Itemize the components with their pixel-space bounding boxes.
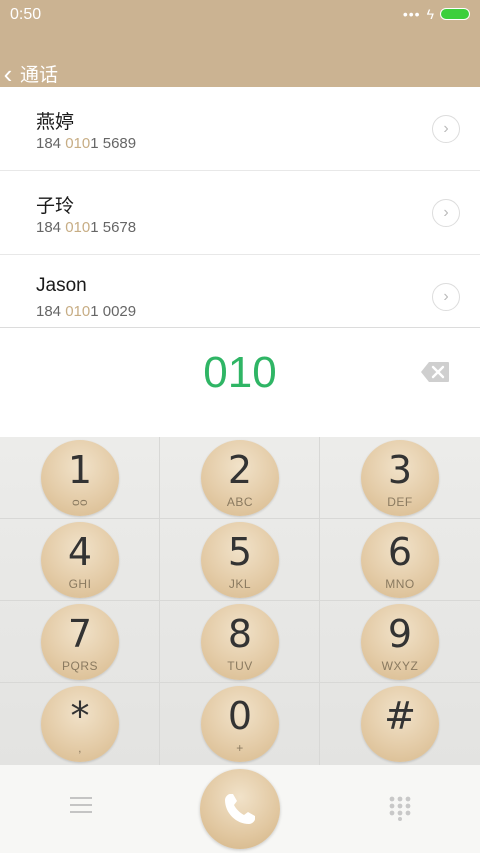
dial-keypad: 1 ᴑᴑ 2 ABC 3 DEF 4 GHI 5 JKL 6 MNO 7 PQRS 8 TUV … [0, 437, 480, 765]
status-time: 0:50 [10, 6, 42, 23]
back-chevron-icon: ‹ [3, 58, 13, 89]
bottom-bar [0, 765, 480, 853]
contact-row[interactable]: Jason 184 0101 0029 › [0, 255, 480, 327]
contact-results-list: 燕婷 184 0101 5689 › 子玲 184 0101 5678 › Ja… [0, 87, 480, 327]
dial-display: 010 [0, 327, 480, 437]
key-2[interactable]: 2 ABC [160, 437, 320, 519]
charging-icon: ϟ [426, 6, 434, 22]
key-hash[interactable]: # [320, 683, 480, 765]
contact-detail-chevron-icon[interactable]: › [432, 283, 460, 311]
backspace-icon[interactable] [420, 361, 450, 383]
voicemail-icon: ᴑᴑ [72, 495, 88, 509]
call-button[interactable] [200, 769, 280, 849]
keypad-toggle-icon[interactable] [388, 795, 412, 821]
contact-detail-chevron-icon[interactable]: › [432, 199, 460, 227]
key-8[interactable]: 8 TUV [160, 601, 320, 683]
key-star[interactable]: *, [0, 683, 160, 765]
contact-row[interactable]: 燕婷 184 0101 5689 › [0, 87, 480, 171]
contact-name: Jason [36, 275, 87, 296]
back-label: 通话 [20, 65, 59, 86]
contact-number: 184 0101 0029 [36, 303, 137, 320]
key-0[interactable]: 0 + [160, 683, 320, 765]
contact-row[interactable]: 子玲 184 0101 5678 › [0, 171, 480, 255]
contact-number: 184 0101 5678 [36, 219, 137, 236]
key-7[interactable]: 7 PQRS [0, 601, 160, 683]
key-1[interactable]: 1 ᴑᴑ [0, 437, 160, 519]
back-button[interactable]: ‹ 通话 [0, 60, 58, 87]
key-9[interactable]: 9 WXYZ [320, 601, 480, 683]
status-icons: ••• ϟ [403, 6, 470, 22]
key-5[interactable]: 5 JKL [160, 519, 320, 601]
signal-dots-icon: ••• [402, 6, 421, 22]
menu-icon[interactable] [70, 797, 92, 818]
key-3[interactable]: 3 DEF [320, 437, 480, 519]
dialed-number: 010 [203, 348, 277, 397]
contact-name: 燕婷 [36, 112, 75, 133]
contact-name: 子玲 [36, 196, 75, 217]
key-6[interactable]: 6 MNO [320, 519, 480, 601]
app-header: 0:50 ••• ϟ ‹ 通话 [0, 0, 480, 87]
battery-icon [440, 8, 470, 20]
contact-number: 184 0101 5689 [36, 135, 137, 152]
phone-icon [225, 794, 255, 824]
key-4[interactable]: 4 GHI [0, 519, 160, 601]
contact-detail-chevron-icon[interactable]: › [432, 115, 460, 143]
